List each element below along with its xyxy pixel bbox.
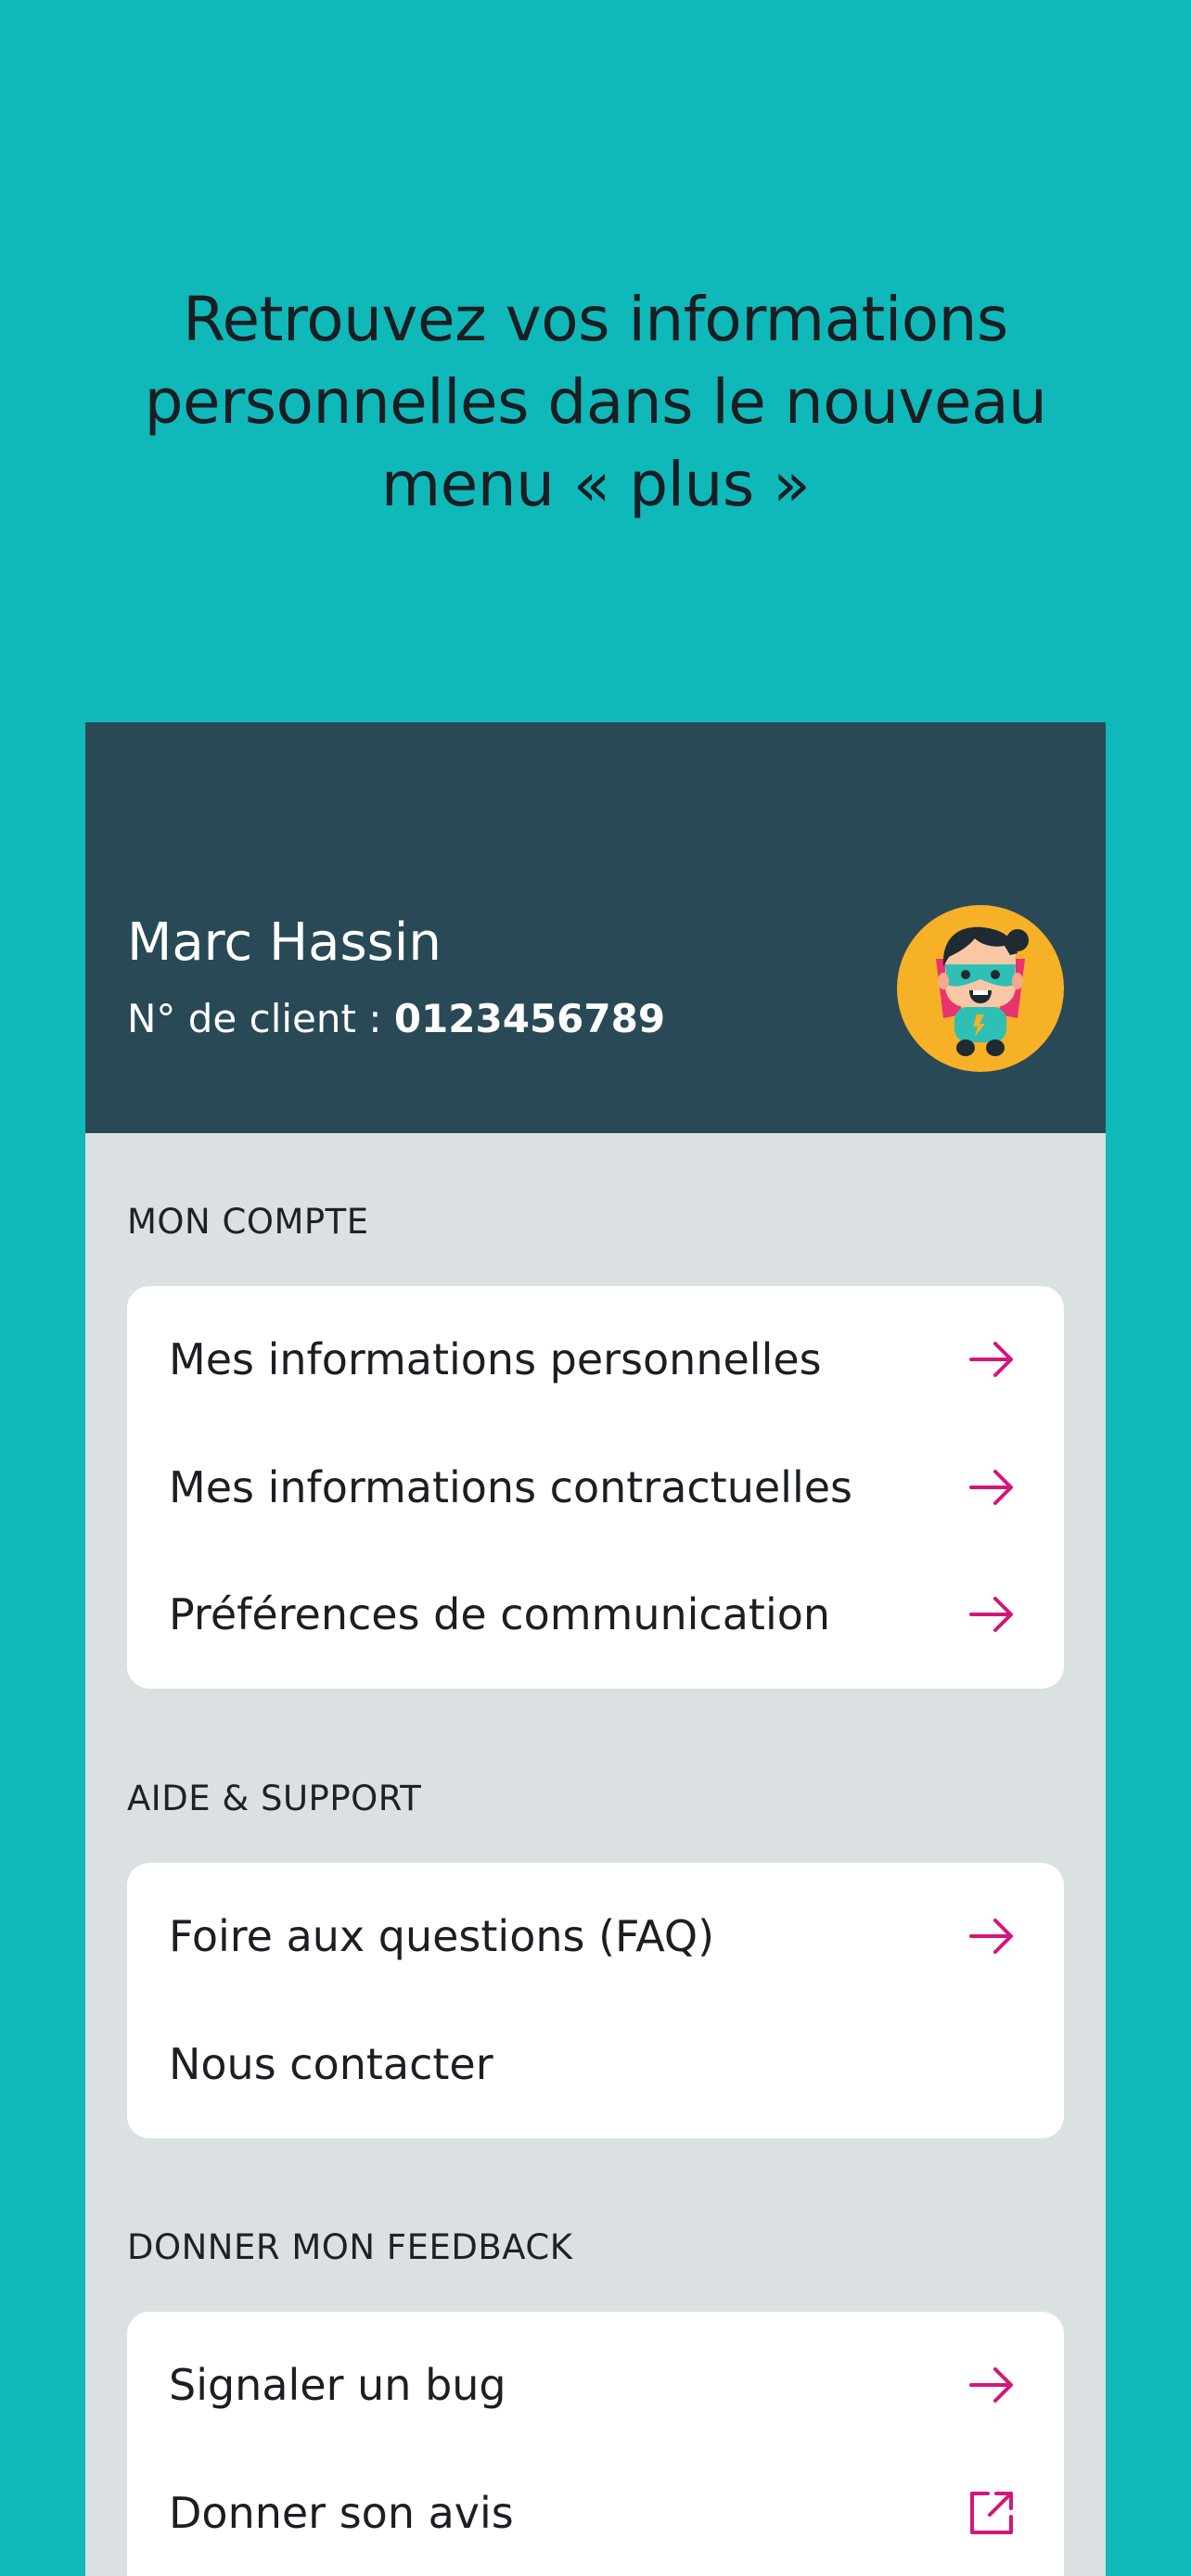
headline-line-3: menu « plus »: [380, 449, 811, 520]
arrow-right-icon: [969, 1342, 1013, 1377]
section-title-feedback: DONNER MON FEEDBACK: [127, 2227, 573, 2267]
section-title-account: MON COMPTE: [127, 1202, 369, 1242]
help-card: Foire aux questions (FAQ) Nous contacter: [127, 1863, 1064, 2138]
menu-item-report-bug[interactable]: Signaler un bug: [127, 2321, 1064, 2449]
screen: { "headline": { "line1": "Retrouvez vos …: [0, 0, 1191, 2576]
arrow-right-icon: [969, 2367, 1013, 2403]
menu-item-faq[interactable]: Foire aux questions (FAQ): [127, 1872, 1064, 2000]
client-number-value: 0123456789: [393, 996, 666, 1041]
menu-item-label: Préférences de communication: [169, 1589, 831, 1639]
external-link-icon: [970, 2492, 1013, 2534]
menu-item-label: Foire aux questions (FAQ): [169, 1911, 715, 1961]
profile-header: Marc Hassin N° de client : 0123456789: [85, 722, 1106, 1133]
user-name: Marc Hassin: [127, 912, 442, 973]
menu-item-label: Signaler un bug: [169, 2360, 506, 2410]
client-number-label: N° de client :: [127, 996, 394, 1041]
section-title-help: AIDE & SUPPORT: [127, 1779, 422, 1818]
headline-line-2: personnelles dans le nouveau: [144, 366, 1047, 438]
account-card: Mes informations personnelles Mes inform…: [127, 1286, 1064, 1689]
menu-item-label: Donner son avis: [169, 2488, 514, 2538]
client-number-line: N° de client : 0123456789: [127, 1000, 665, 1039]
arrow-right-icon: [969, 1597, 1013, 1632]
menu-item-label: Mes informations personnelles: [169, 1334, 822, 1384]
menu-item-personal-info[interactable]: Mes informations personnelles: [127, 1295, 1064, 1423]
arrow-right-icon: [969, 1470, 1013, 1505]
menu-item-contract-info[interactable]: Mes informations contractuelles: [127, 1423, 1064, 1551]
superhero-avatar-icon[interactable]: [897, 905, 1064, 1072]
headline-line-1: Retrouvez vos informations: [183, 284, 1008, 355]
menu-item-give-feedback[interactable]: Donner son avis: [127, 2449, 1064, 2576]
promo-headline: Retrouvez vos informations personnelles …: [85, 278, 1106, 526]
menu-item-contact[interactable]: Nous contacter: [127, 2000, 1064, 2128]
feedback-card: Signaler un bug Donner son avis: [127, 2312, 1064, 2576]
menu-plus-preview: Marc Hassin N° de client : 0123456789 MO…: [85, 722, 1106, 2576]
arrow-right-icon: [969, 1919, 1013, 1954]
menu-item-label: Nous contacter: [169, 2039, 493, 2089]
menu-item-label: Mes informations contractuelles: [169, 1462, 852, 1512]
menu-item-communication-prefs[interactable]: Préférences de communication: [127, 1550, 1064, 1678]
